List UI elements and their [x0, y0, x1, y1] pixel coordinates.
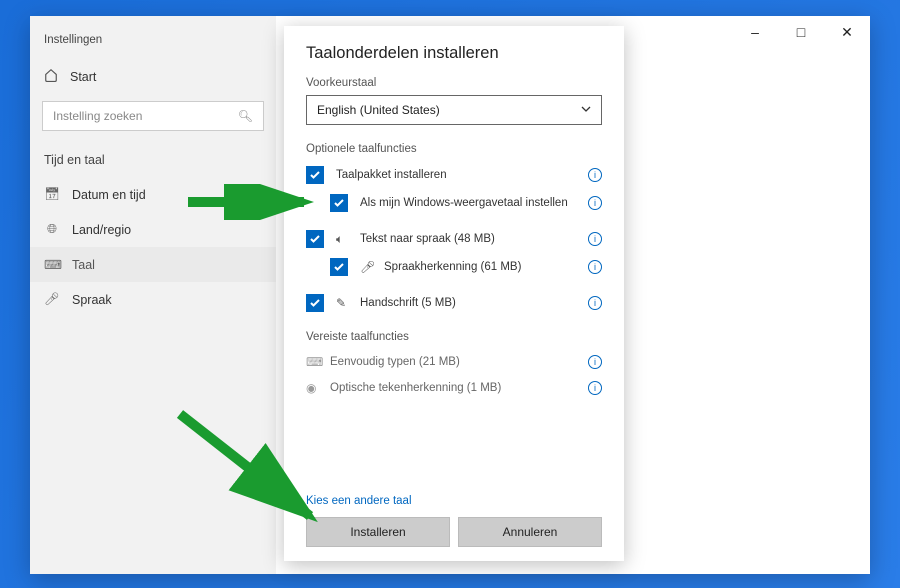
language-icon: ⌨︎ [44, 257, 60, 272]
checkbox-install-pack[interactable] [306, 166, 324, 184]
required-label: Eenvoudig typen (21 MB) [330, 356, 460, 368]
settings-window: – □ ✕ Instellingen Start Instelling zoek… [30, 16, 870, 574]
app-title: Instellingen [30, 34, 276, 60]
nav-item-date-time[interactable]: 📅︎ Datum en tijd [30, 177, 276, 212]
microphone-icon: 🎤︎ [360, 260, 376, 274]
main-content: Taalonderdelen installeren Voorkeurstaal… [276, 16, 870, 574]
microphone-icon: 🎤︎ [44, 292, 60, 307]
sidebar: Instellingen Start Instelling zoeken 🔍︎ … [30, 16, 276, 574]
checkbox-handwriting[interactable] [306, 294, 324, 312]
nav-label: Taal [72, 258, 95, 272]
dialog-title: Taalonderdelen installeren [306, 44, 602, 63]
section-title: Tijd en taal [30, 147, 276, 177]
nav-item-speech[interactable]: 🎤︎ Spraak [30, 282, 276, 317]
titlebar: – □ ✕ [732, 16, 870, 48]
feature-handwriting: ✎︎ Handschrift (5 MB) i [306, 289, 602, 317]
pref-lang-select[interactable]: English (United States) [306, 95, 602, 125]
info-icon[interactable]: i [588, 296, 602, 310]
nav-label: Land/regio [72, 223, 131, 237]
feature-label: Spraakherkenning (61 MB) [384, 261, 521, 273]
nav-item-language[interactable]: ⌨︎ Taal [30, 247, 276, 282]
nav-label: Spraak [72, 293, 112, 307]
optional-features-label: Optionele taalfuncties [306, 143, 602, 155]
home-button[interactable]: Start [30, 60, 276, 93]
feature-label: Handschrift (5 MB) [360, 297, 456, 309]
install-button[interactable]: Installeren [306, 517, 450, 547]
pref-lang-value: English (United States) [317, 103, 440, 117]
feature-display-lang: Als mijn Windows-weergavetaal instellen … [306, 189, 602, 217]
search-icon: 🔍︎ [238, 109, 253, 123]
home-icon [44, 68, 58, 85]
ocr-icon: ◉︎ [306, 381, 322, 395]
checkbox-display-lang[interactable] [330, 194, 348, 212]
nav-label: Datum en tijd [72, 188, 146, 202]
close-button[interactable]: ✕ [824, 16, 870, 48]
calendar-icon: 📅︎ [44, 187, 60, 202]
search-placeholder: Instelling zoeken [53, 109, 142, 123]
feature-install-pack: Taalpakket installeren i [306, 161, 602, 189]
cancel-button[interactable]: Annuleren [458, 517, 602, 547]
globe-icon: 🌐︎ [44, 222, 60, 237]
info-icon[interactable]: i [588, 355, 602, 369]
feature-label: Als mijn Windows-weergavetaal instellen [360, 197, 568, 209]
required-ocr: ◉︎ Optische tekenherkenning (1 MB) i [306, 375, 602, 401]
pref-lang-label: Voorkeurstaal [306, 77, 602, 89]
feature-label: Tekst naar spraak (48 MB) [360, 233, 495, 245]
speaker-icon: 🔈︎ [336, 232, 352, 247]
feature-speech-rec: 🎤︎ Spraakherkenning (61 MB) i [306, 253, 602, 281]
home-label: Start [70, 70, 96, 84]
keyboard-icon: ⌨︎ [306, 355, 322, 369]
search-input[interactable]: Instelling zoeken 🔍︎ [42, 101, 264, 131]
nav-item-region[interactable]: 🌐︎ Land/regio [30, 212, 276, 247]
feature-label: Taalpakket installeren [336, 169, 447, 181]
checkbox-speech-rec[interactable] [330, 258, 348, 276]
required-features-label: Vereiste taalfuncties [306, 331, 602, 343]
info-icon[interactable]: i [588, 196, 602, 210]
info-icon[interactable]: i [588, 260, 602, 274]
install-language-dialog: Taalonderdelen installeren Voorkeurstaal… [284, 26, 624, 561]
feature-tts: 🔈︎ Tekst naar spraak (48 MB) i [306, 225, 602, 253]
checkbox-tts[interactable] [306, 230, 324, 248]
required-basic-typing: ⌨︎ Eenvoudig typen (21 MB) i [306, 349, 602, 375]
pen-icon: ✎︎ [336, 296, 352, 310]
dialog-buttons: Installeren Annuleren [306, 517, 602, 547]
minimize-button[interactable]: – [732, 16, 778, 48]
chevron-down-icon [581, 103, 591, 117]
info-icon[interactable]: i [588, 381, 602, 395]
required-label: Optische tekenherkenning (1 MB) [330, 382, 501, 394]
maximize-button[interactable]: □ [778, 16, 824, 48]
info-icon[interactable]: i [588, 232, 602, 246]
choose-other-language-link[interactable]: Kies een andere taal [306, 495, 602, 507]
info-icon[interactable]: i [588, 168, 602, 182]
